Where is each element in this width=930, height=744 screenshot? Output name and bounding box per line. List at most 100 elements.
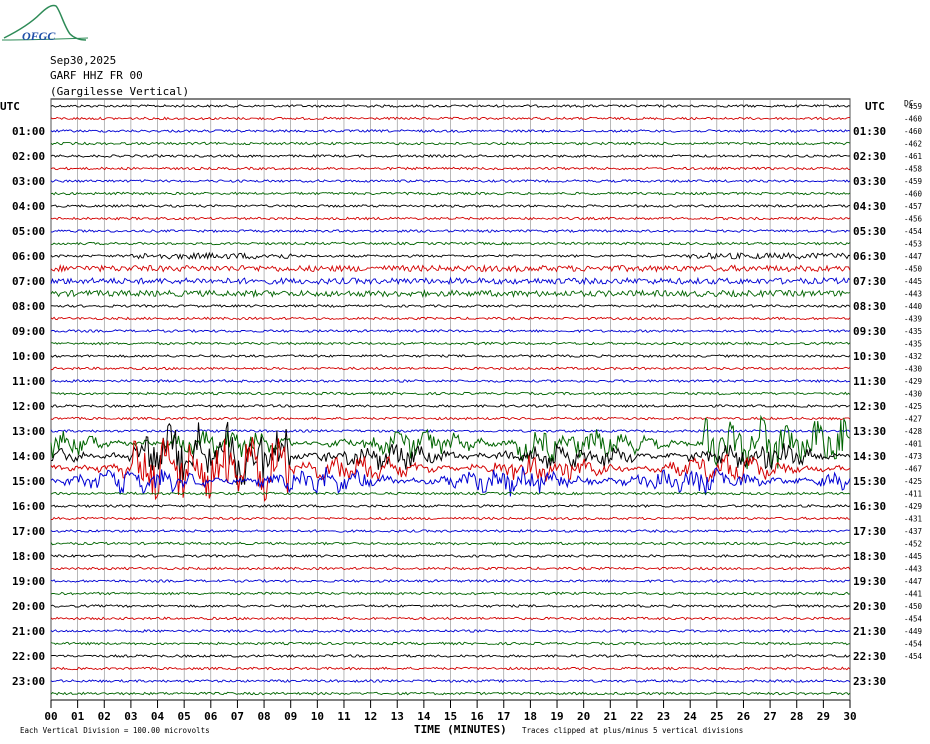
x-tick-label: 07 [231,710,244,723]
x-tick-label: 25 [710,710,723,723]
hour-label-left: 22:00 [12,650,45,663]
dc-offset-label: -460 [904,190,923,199]
header-location: (Gargilesse Vertical) [50,85,190,98]
hour-label-right: 22:30 [853,650,886,663]
dc-offset-label: -458 [904,165,923,174]
hour-label-left: 13:00 [12,425,45,438]
dc-offset-label: -425 [904,477,922,486]
footer-right-note: Traces clipped at plus/minus 5 vertical … [522,726,743,735]
dc-offset-label: -456 [904,215,923,224]
hour-label-left: 10:00 [12,350,45,363]
x-tick-label: 17 [497,710,510,723]
dc-offset-label: -461 [904,152,922,161]
axis-labels: UTC UTC DC TIME (MINUTES) Each Vertical … [0,99,923,736]
header-station: GARF HHZ FR 00 [50,69,143,82]
x-tick-label: 11 [337,710,351,723]
dc-offset-label: -439 [904,315,922,324]
x-tick-label: 02 [98,710,111,723]
hour-label-left: 07:00 [12,275,45,288]
dc-offset-label: -467 [904,465,922,474]
x-tick-label: 09 [284,710,297,723]
time-grid [50,98,851,708]
x-tick-label: 04 [151,710,165,723]
x-tick-label: 13 [391,710,404,723]
hour-label-right: 13:30 [853,425,886,438]
dc-offset-label: -429 [904,377,922,386]
x-tick-label: 24 [684,710,698,723]
hour-label-left: 23:00 [12,675,45,688]
dc-offset-label: -430 [904,365,923,374]
dc-offset-label: -441 [904,590,922,599]
hour-label-right: 11:30 [853,375,886,388]
hour-label-right: 23:30 [853,675,886,688]
dc-offset-label: -437 [904,527,922,536]
dc-offset-label: -452 [904,540,922,549]
x-tick-label: 06 [204,710,218,723]
x-tick-label: 28 [790,710,803,723]
hour-label-right: 06:30 [853,250,886,263]
dc-offset-label: -450 [904,265,923,274]
hour-label-left: 15:00 [12,475,45,488]
hour-label-right: 16:30 [853,500,886,513]
helicorder-chart: OFGC UTC UTC DC TIME (MINUTES) Each Vert… [0,4,923,736]
x-tick-label: 00 [44,710,57,723]
hour-label-left: 08:00 [12,300,45,313]
hour-label-left: 17:00 [12,525,45,538]
dc-offset-label: -429 [904,502,922,511]
dc-offset-label: -454 [904,615,923,624]
dc-offset-label: -440 [904,302,923,311]
dc-offset-label: -445 [904,552,922,561]
hour-label-right: 19:30 [853,575,886,588]
hour-label-left: 19:00 [12,575,45,588]
hour-label-right: 14:30 [853,450,886,463]
dc-offset-label: -425 [904,402,922,411]
hour-label-left: 12:00 [12,400,45,413]
hour-label-right: 18:30 [853,550,886,563]
hour-label-right: 01:30 [853,125,886,138]
x-tick-label: 03 [124,710,137,723]
dc-offset-label: -427 [904,415,922,424]
x-tick-label: 19 [550,710,563,723]
x-tick-label: 14 [417,710,431,723]
dc-offset-label: -459 [904,102,922,111]
hour-label-left: 01:00 [12,125,45,138]
utc-right-label: UTC [865,100,885,113]
hour-label-left: 09:00 [12,325,45,338]
hour-label-left: 16:00 [12,500,45,513]
x-tick-label: 21 [604,710,618,723]
hour-label-right: 05:30 [853,225,886,238]
x-tick-label: 05 [178,710,191,723]
dc-offset-label: -447 [904,252,922,261]
hour-label-right: 07:30 [853,275,886,288]
dc-offset-label: -430 [904,390,923,399]
dc-offset-label: -454 [904,227,923,236]
hour-label-right: 20:30 [853,600,886,613]
hour-label-right: 21:30 [853,625,886,638]
hour-label-right: 12:30 [853,400,886,413]
x-tick-label: 12 [364,710,377,723]
dc-offset-label: -454 [904,640,923,649]
dc-offset-label: -401 [904,440,922,449]
dc-offset-label: -460 [904,127,923,136]
x-tick-label: 18 [524,710,537,723]
x-tick-label: 01 [71,710,85,723]
hour-label-right: 02:30 [853,150,886,163]
x-tick-label: 30 [843,710,856,723]
dc-offset-label: -457 [904,202,922,211]
dc-offset-label: -462 [904,140,922,149]
hour-label-left: 04:00 [12,200,45,213]
x-tick-label: 29 [817,710,830,723]
hour-label-left: 21:00 [12,625,45,638]
hour-label-left: 18:00 [12,550,45,563]
dc-offset-label: -445 [904,277,922,286]
logo-text: OFGC [22,29,56,43]
hour-label-right: 17:30 [853,525,886,538]
hour-label-left: 20:00 [12,600,45,613]
x-tick-label: 23 [657,710,670,723]
x-tick-label: 27 [763,710,776,723]
hour-label-right: 04:30 [853,200,886,213]
dc-offset-label: -454 [904,652,923,661]
hour-label-left: 11:00 [12,375,45,388]
hour-label-right: 09:30 [853,325,886,338]
x-tick-label: 08 [257,710,270,723]
